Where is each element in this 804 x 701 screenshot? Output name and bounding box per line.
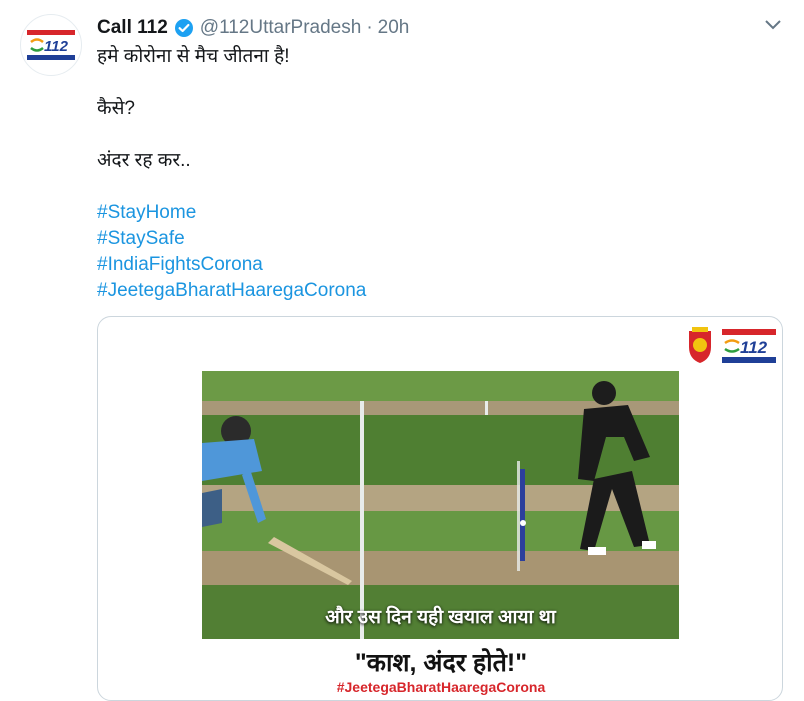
- verified-badge-icon: [174, 18, 194, 38]
- tweet-line: अंदर रह कर..: [97, 150, 191, 171]
- chevron-down-icon[interactable]: [762, 14, 784, 36]
- user-handle[interactable]: @112UttarPradesh: [200, 17, 362, 39]
- hashtag-link[interactable]: #StayHome: [97, 200, 366, 226]
- tweet-line: कैसे?: [97, 98, 136, 119]
- up-police-emblem-icon: [683, 327, 717, 365]
- hashtag-link[interactable]: #IndiaFightsCorona: [97, 252, 366, 278]
- tweet-header: Call 112 @112UttarPradesh · 20h: [97, 16, 409, 40]
- hashtag-list: #StayHome #StaySafe #IndiaFightsCorona #…: [97, 200, 366, 304]
- media-card[interactable]: 112 और उस दिन यही खयाल आया था "काश, अंदर…: [97, 316, 783, 701]
- image-quote: "काश, अंदर होते!": [354, 649, 528, 677]
- cricket-photo[interactable]: और उस दिन यही खयाल आया था: [202, 371, 679, 639]
- hashtag-link[interactable]: #JeetegaBharatHaaregaCorona: [97, 278, 366, 304]
- call-112-logo-icon: 112: [27, 30, 75, 60]
- tweet-line: हमे कोरोना से मैच जीतना है!: [97, 46, 290, 67]
- image-caption: और उस दिन यही खयाल आया था: [325, 607, 556, 628]
- svg-text:112: 112: [44, 38, 69, 55]
- call-112-logo-icon: 112: [722, 329, 776, 363]
- tweet-text: हमे कोरोना से मैच जीतना है! कैसे? अंदर र…: [97, 44, 289, 174]
- separator: ·: [366, 17, 373, 38]
- avatar[interactable]: 112: [20, 14, 82, 76]
- image-hashtag: #JeetegaBharatHaaregaCorona: [336, 679, 546, 695]
- svg-text:112: 112: [740, 338, 768, 357]
- cricket-scene-image: [202, 371, 679, 639]
- hashtag-link[interactable]: #StaySafe: [97, 226, 366, 252]
- display-name[interactable]: Call 112: [97, 17, 168, 39]
- timestamp[interactable]: 20h: [378, 17, 410, 39]
